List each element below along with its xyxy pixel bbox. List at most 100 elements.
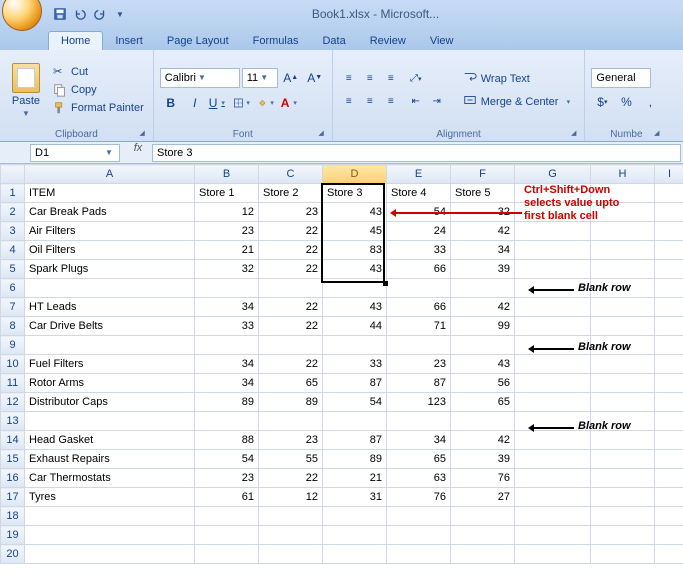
increase-indent-button[interactable]: ⇥	[427, 92, 447, 112]
cell-D18[interactable]	[323, 507, 387, 526]
bold-button[interactable]: B	[160, 92, 182, 114]
cell-C18[interactable]	[259, 507, 323, 526]
cell-A6[interactable]	[25, 279, 195, 298]
cell-A20[interactable]	[25, 545, 195, 564]
cell-G3[interactable]	[515, 222, 591, 241]
align-right-button[interactable]: ≡	[381, 92, 401, 112]
cell-D10[interactable]: 33	[323, 355, 387, 374]
cell-F4[interactable]: 34	[451, 241, 515, 260]
cell-G20[interactable]	[515, 545, 591, 564]
row-header-10[interactable]: 10	[1, 355, 25, 374]
cell-D14[interactable]: 87	[323, 431, 387, 450]
cell-I12[interactable]	[655, 393, 683, 412]
redo-icon[interactable]	[92, 6, 108, 22]
cell-A2[interactable]: Car Break Pads	[25, 203, 195, 222]
cell-I19[interactable]	[655, 526, 683, 545]
cell-G16[interactable]	[515, 469, 591, 488]
undo-icon[interactable]	[72, 6, 88, 22]
cell-C16[interactable]: 22	[259, 469, 323, 488]
office-button[interactable]	[2, 0, 42, 31]
cell-C1[interactable]: Store 2	[259, 184, 323, 203]
cell-G5[interactable]	[515, 260, 591, 279]
spreadsheet-grid[interactable]: ABCDEFGHI 1ITEMStore 1Store 2Store 3Stor…	[0, 164, 683, 564]
row-header-12[interactable]: 12	[1, 393, 25, 412]
cell-D19[interactable]	[323, 526, 387, 545]
cell-D1[interactable]: Store 3	[323, 184, 387, 203]
cell-H4[interactable]	[591, 241, 655, 260]
tab-review[interactable]: Review	[358, 32, 418, 50]
row-header-18[interactable]: 18	[1, 507, 25, 526]
cell-A17[interactable]: Tyres	[25, 488, 195, 507]
cell-A8[interactable]: Car Drive Belts	[25, 317, 195, 336]
cell-E4[interactable]: 33	[387, 241, 451, 260]
cell-E7[interactable]: 66	[387, 298, 451, 317]
row-header-4[interactable]: 4	[1, 241, 25, 260]
fill-handle[interactable]	[383, 281, 388, 286]
cell-F17[interactable]: 27	[451, 488, 515, 507]
format-painter-button[interactable]: Format Painter	[50, 100, 147, 116]
cell-B15[interactable]: 54	[195, 450, 259, 469]
shrink-font-button[interactable]: A▼	[304, 67, 326, 89]
align-top-button[interactable]: ≡	[339, 69, 359, 89]
cell-G4[interactable]	[515, 241, 591, 260]
align-center-button[interactable]: ≡	[360, 92, 380, 112]
cell-C4[interactable]: 22	[259, 241, 323, 260]
cell-B8[interactable]: 33	[195, 317, 259, 336]
cell-F9[interactable]	[451, 336, 515, 355]
tab-view[interactable]: View	[418, 32, 466, 50]
tab-page-layout[interactable]: Page Layout	[155, 32, 241, 50]
cell-B3[interactable]: 23	[195, 222, 259, 241]
cell-A14[interactable]: Head Gasket	[25, 431, 195, 450]
cell-F18[interactable]	[451, 507, 515, 526]
cell-H3[interactable]	[591, 222, 655, 241]
cell-E18[interactable]	[387, 507, 451, 526]
cell-F11[interactable]: 56	[451, 374, 515, 393]
cell-E10[interactable]: 23	[387, 355, 451, 374]
cell-A9[interactable]	[25, 336, 195, 355]
cell-B4[interactable]: 21	[195, 241, 259, 260]
cell-H18[interactable]	[591, 507, 655, 526]
cell-A16[interactable]: Car Thermostats	[25, 469, 195, 488]
cell-I8[interactable]	[655, 317, 683, 336]
cell-F10[interactable]: 43	[451, 355, 515, 374]
cell-H15[interactable]	[591, 450, 655, 469]
cell-F3[interactable]: 42	[451, 222, 515, 241]
row-header-19[interactable]: 19	[1, 526, 25, 545]
save-icon[interactable]	[52, 6, 68, 22]
cell-A12[interactable]: Distributor Caps	[25, 393, 195, 412]
cell-B10[interactable]: 34	[195, 355, 259, 374]
orientation-button[interactable]: ⤢▾	[406, 69, 426, 89]
cell-I7[interactable]	[655, 298, 683, 317]
cell-C20[interactable]	[259, 545, 323, 564]
cell-E19[interactable]	[387, 526, 451, 545]
cell-F1[interactable]: Store 5	[451, 184, 515, 203]
cell-I4[interactable]	[655, 241, 683, 260]
cell-F20[interactable]	[451, 545, 515, 564]
cell-B1[interactable]: Store 1	[195, 184, 259, 203]
cell-E1[interactable]: Store 4	[387, 184, 451, 203]
qat-customize-icon[interactable]: ▼	[112, 6, 128, 22]
cell-B6[interactable]	[195, 279, 259, 298]
cell-A18[interactable]	[25, 507, 195, 526]
merge-center-button[interactable]: Merge & Center▾	[459, 91, 579, 112]
row-header-6[interactable]: 6	[1, 279, 25, 298]
underline-button[interactable]: U▾	[208, 92, 230, 114]
cell-I18[interactable]	[655, 507, 683, 526]
cell-A5[interactable]: Spark Plugs	[25, 260, 195, 279]
cell-H11[interactable]	[591, 374, 655, 393]
cell-E12[interactable]: 123	[387, 393, 451, 412]
cell-E15[interactable]: 65	[387, 450, 451, 469]
cell-A4[interactable]: Oil Filters	[25, 241, 195, 260]
row-header-14[interactable]: 14	[1, 431, 25, 450]
cell-I13[interactable]	[655, 412, 683, 431]
cell-F19[interactable]	[451, 526, 515, 545]
cell-I3[interactable]	[655, 222, 683, 241]
column-header-C[interactable]: C	[259, 165, 323, 184]
cell-A15[interactable]: Exhaust Repairs	[25, 450, 195, 469]
tab-data[interactable]: Data	[310, 32, 357, 50]
cell-G19[interactable]	[515, 526, 591, 545]
cell-C8[interactable]: 22	[259, 317, 323, 336]
cell-G15[interactable]	[515, 450, 591, 469]
cell-E14[interactable]: 34	[387, 431, 451, 450]
cell-B2[interactable]: 12	[195, 203, 259, 222]
